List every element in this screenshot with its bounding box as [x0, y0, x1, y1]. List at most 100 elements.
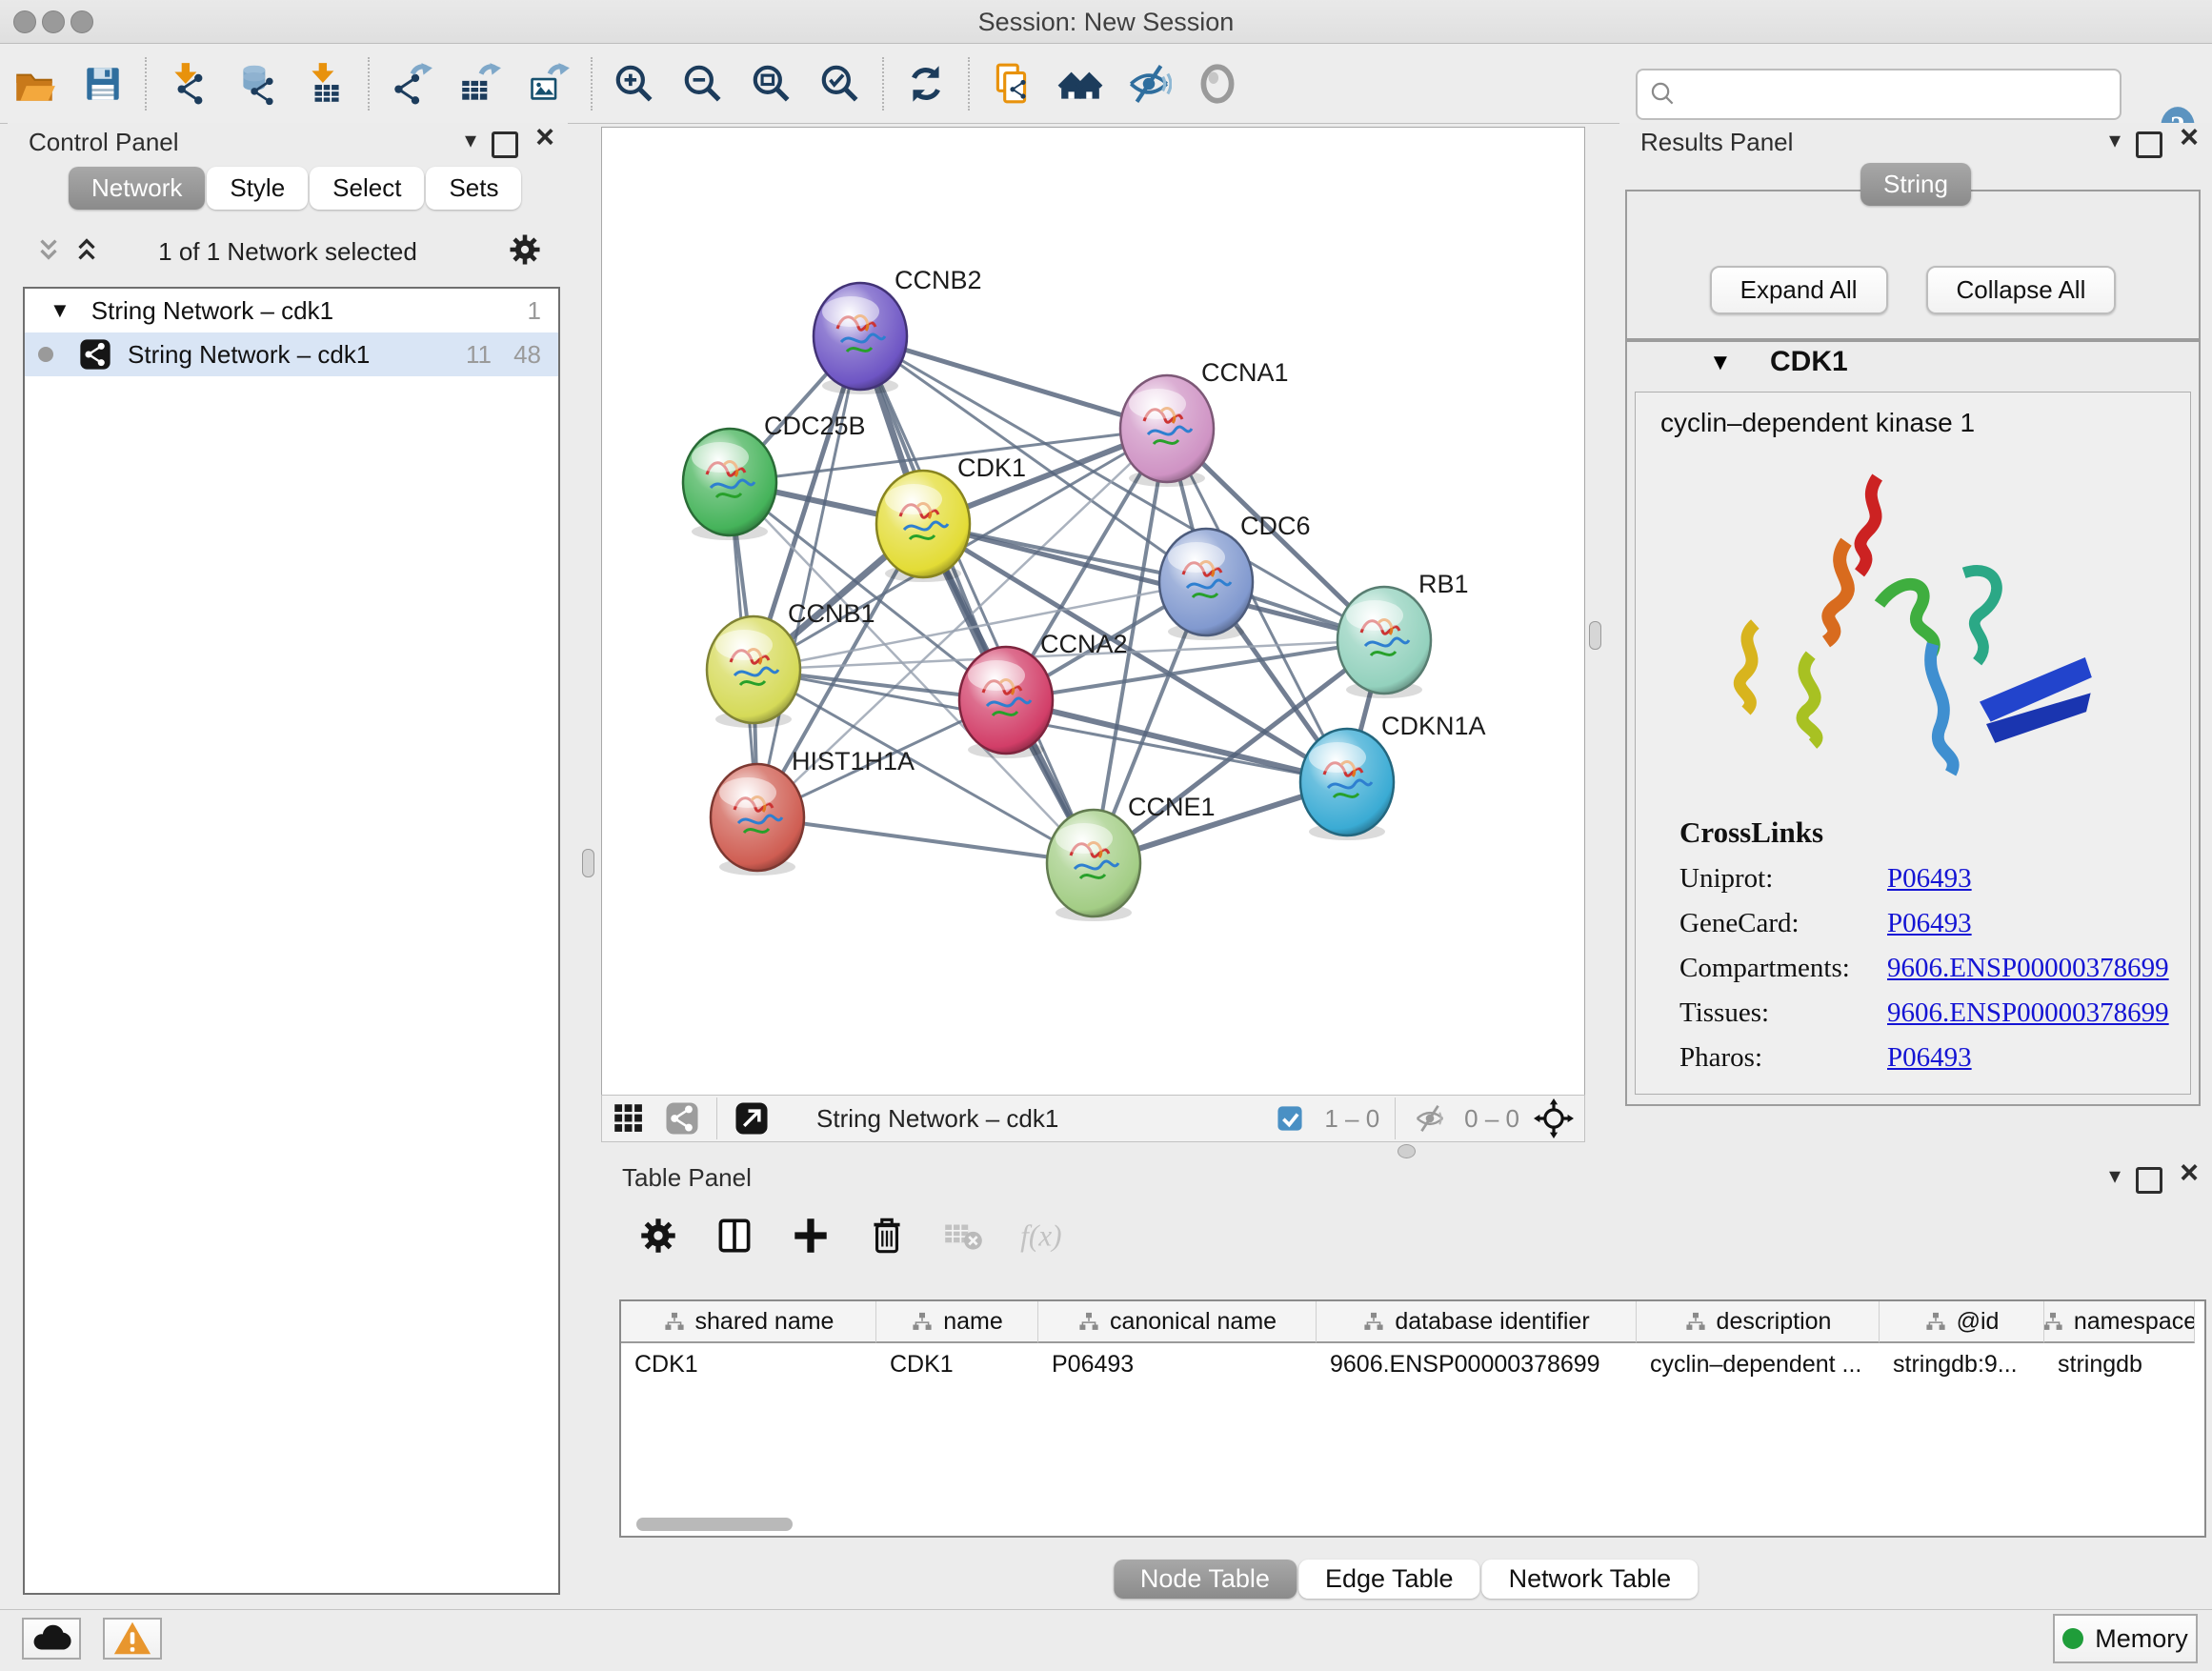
create-column-icon[interactable] — [783, 1208, 838, 1263]
crosslink-link[interactable]: 9606.ENSP00000378699 — [1887, 997, 2169, 1028]
right-splitter-handle[interactable] — [1589, 621, 1601, 650]
node-RB1[interactable]: RB1 — [1337, 570, 1469, 698]
node-CDC6[interactable]: CDC6 — [1159, 512, 1311, 640]
table-settings-icon[interactable] — [631, 1208, 686, 1263]
memory-status-dot — [2062, 1628, 2083, 1649]
crosslink-link[interactable]: 9606.ENSP00000378699 — [1887, 953, 2169, 983]
crosslink-link[interactable]: P06493 — [1887, 1042, 1972, 1073]
float-panel-icon[interactable] — [2136, 131, 2162, 158]
tab-style[interactable]: Style — [207, 167, 308, 210]
column-header-database-identifier[interactable]: database identifier — [1317, 1301, 1637, 1343]
column-header--id[interactable]: @id — [1880, 1301, 2044, 1343]
refresh-icon[interactable] — [898, 56, 954, 111]
panel-splitter-handle[interactable] — [1398, 1144, 1416, 1158]
delete-table-icon[interactable] — [935, 1208, 991, 1263]
svg-text:f(x): f(x) — [1020, 1218, 1061, 1252]
node-CDK1[interactable]: CDK1 — [876, 453, 1026, 582]
node-CCNB1[interactable]: CCNB1 — [707, 599, 875, 728]
tab-network-table[interactable]: Network Table — [1482, 1560, 1699, 1599]
import-database-icon[interactable] — [230, 56, 285, 111]
network-tree: ▼ String Network – cdk1 1 String Network… — [23, 287, 560, 1595]
toolbar-divider — [591, 57, 593, 111]
crosslink-link[interactable]: P06493 — [1887, 863, 1972, 894]
collapse-entry-icon[interactable]: ▼ — [1709, 350, 1732, 376]
show-columns-icon[interactable] — [707, 1208, 762, 1263]
node-CCNB2[interactable]: CCNB2 — [814, 266, 982, 394]
close-panel-icon[interactable]: × — [535, 123, 554, 151]
column-header-description[interactable]: description — [1637, 1301, 1880, 1343]
status-bar: Memory — [0, 1609, 2212, 1671]
node-label-CDC6: CDC6 — [1240, 512, 1311, 540]
selected-checkbox-icon[interactable] — [1269, 1097, 1311, 1139]
save-session-icon[interactable] — [75, 56, 131, 111]
column-header-namespace[interactable]: namespace — [2044, 1301, 2195, 1343]
tab-sets[interactable]: Sets — [426, 167, 521, 210]
network-type-icon — [78, 337, 112, 372]
delete-column-icon[interactable] — [859, 1208, 915, 1263]
export-table-icon[interactable] — [452, 56, 508, 111]
node-CDKN1A[interactable]: CDKN1A — [1300, 712, 1486, 840]
network-canvas[interactable]: CCNB2CCNA1CDC25BCDK1CDC6RB1CCNB1CCNA2CDK… — [601, 127, 1585, 1096]
tab-string[interactable]: String — [1860, 163, 1971, 206]
open-in-window-icon[interactable] — [731, 1097, 773, 1139]
birds-eye-view-icon[interactable] — [608, 1097, 650, 1139]
node-HIST1H1A[interactable]: HIST1H1A — [711, 747, 915, 876]
network-badge-icon[interactable] — [661, 1097, 703, 1139]
tab-select[interactable]: Select — [310, 167, 424, 210]
tab-network[interactable]: Network — [69, 167, 205, 210]
hide-selected-icon[interactable] — [1121, 56, 1176, 111]
export-image-icon[interactable] — [521, 56, 576, 111]
table-row[interactable]: CDK1CDK1P064939606.ENSP00000378699cyclin… — [621, 1343, 2204, 1385]
network-options-gear-icon[interactable] — [505, 230, 545, 274]
collapse-all-button[interactable]: Collapse All — [1926, 266, 2117, 314]
import-table-icon[interactable] — [298, 56, 353, 111]
column-header-name[interactable]: name — [876, 1301, 1038, 1343]
node-label-CCNA2: CCNA2 — [1040, 630, 1128, 658]
close-panel-icon[interactable]: × — [2180, 1158, 2199, 1187]
import-network-icon[interactable] — [161, 56, 216, 111]
memory-label: Memory — [2095, 1624, 2188, 1654]
table-body: CDK1CDK1P064939606.ENSP00000378699cyclin… — [621, 1343, 2204, 1385]
apply-function-icon[interactable]: f(x) — [1012, 1208, 1067, 1263]
search-input[interactable] — [1679, 74, 2120, 114]
zoom-selected-icon[interactable] — [813, 56, 868, 111]
search-box[interactable] — [1636, 69, 2122, 120]
zoom-in-icon[interactable] — [607, 56, 662, 111]
zoom-fit-icon[interactable] — [744, 56, 799, 111]
edge-CCNB2-CCNE1[interactable] — [860, 336, 1094, 863]
cloud-status-button[interactable] — [22, 1618, 81, 1660]
fit-selected-crosshair-icon[interactable] — [1533, 1097, 1575, 1139]
left-splitter-handle[interactable] — [582, 849, 594, 877]
node-CDC25B[interactable]: CDC25B — [683, 412, 866, 540]
zoom-out-icon[interactable] — [675, 56, 731, 111]
crosslink-link[interactable]: P06493 — [1887, 908, 1972, 938]
duplicate-network-icon[interactable] — [984, 56, 1039, 111]
float-panel-icon[interactable] — [2136, 1167, 2162, 1194]
network-row[interactable]: String Network – cdk1 11 48 — [25, 332, 558, 376]
node-label-CCNB1: CCNB1 — [788, 599, 875, 628]
warnings-button[interactable] — [103, 1618, 162, 1660]
collapse-panel-icon[interactable]: ▾ — [2109, 1162, 2121, 1191]
edge-HIST1H1A-CCNE1[interactable] — [757, 817, 1094, 863]
column-header-canonical-name[interactable]: canonical name — [1038, 1301, 1317, 1343]
collapse-collection-icon[interactable]: ▼ — [50, 298, 70, 323]
collapse-panel-icon[interactable]: ▾ — [2109, 127, 2121, 155]
horizontal-scrollbar-thumb[interactable] — [636, 1518, 793, 1531]
string-home-icon[interactable] — [1053, 56, 1108, 111]
results-entry-header[interactable]: ▼ CDK1 — [1627, 342, 2199, 388]
close-panel-icon[interactable]: × — [2180, 123, 2199, 151]
tab-node-table[interactable]: Node Table — [1114, 1560, 1297, 1599]
edge-CCNB2-HIST1H1A[interactable] — [757, 336, 860, 817]
collapse-panel-icon[interactable]: ▾ — [465, 127, 476, 155]
float-panel-icon[interactable] — [492, 131, 518, 158]
open-session-icon[interactable] — [7, 56, 62, 111]
network-collection-row[interactable]: ▼ String Network – cdk1 1 — [25, 289, 558, 332]
column-header-shared-name[interactable]: shared name — [621, 1301, 876, 1343]
show-all-icon[interactable] — [1190, 56, 1245, 111]
tab-edge-table[interactable]: Edge Table — [1298, 1560, 1480, 1599]
results-panel-titlebar: Results Panel ▾ × — [1619, 123, 2212, 161]
expand-all-button[interactable]: Expand All — [1710, 266, 1888, 314]
memory-button[interactable]: Memory — [2053, 1614, 2198, 1663]
export-network-icon[interactable] — [384, 56, 439, 111]
network-graph[interactable]: CCNB2CCNA1CDC25BCDK1CDC6RB1CCNB1CCNA2CDK… — [602, 128, 1584, 1096]
